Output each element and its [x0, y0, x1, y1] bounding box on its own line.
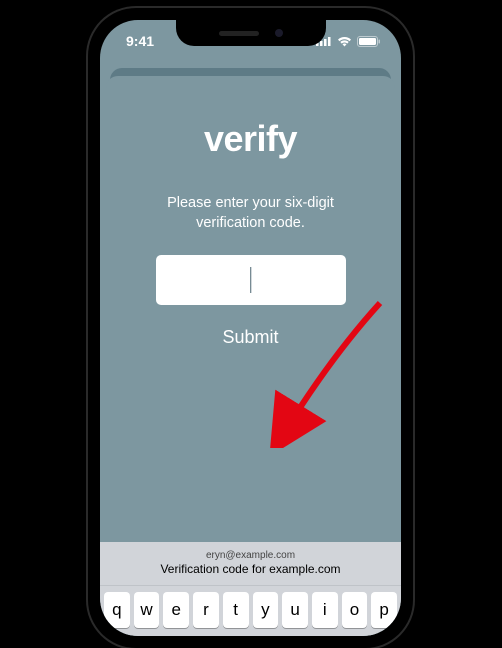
phone-frame: 9:41 verify Please enter your six-digit … — [88, 8, 413, 648]
key-q[interactable]: q — [104, 592, 130, 628]
key-i[interactable]: i — [312, 592, 338, 628]
front-camera — [275, 29, 283, 37]
page-title: verify — [130, 118, 371, 160]
code-input-wrap[interactable] — [156, 255, 346, 305]
key-w[interactable]: w — [134, 592, 160, 628]
key-o[interactable]: o — [342, 592, 368, 628]
phone-screen: 9:41 verify Please enter your six-digit … — [100, 20, 401, 636]
key-e[interactable]: e — [163, 592, 189, 628]
wifi-icon — [337, 36, 352, 47]
notch — [176, 20, 326, 46]
key-u[interactable]: u — [282, 592, 308, 628]
status-time: 9:41 — [126, 33, 154, 49]
suggestion-text: Verification code for example.com — [160, 562, 340, 576]
submit-button[interactable]: Submit — [222, 327, 278, 348]
keyboard-autofill-suggestion[interactable]: eryn@example.com Verification code for e… — [100, 542, 401, 586]
key-r[interactable]: r — [193, 592, 219, 628]
suggestion-email: eryn@example.com — [206, 550, 295, 562]
key-p[interactable]: p — [371, 592, 397, 628]
text-cursor — [250, 267, 252, 293]
status-icons — [316, 36, 381, 47]
speaker-grille — [219, 31, 259, 36]
battery-icon — [357, 36, 381, 47]
instruction-text: Please enter your six-digit verification… — [130, 194, 371, 233]
keyboard: eryn@example.com Verification code for e… — [100, 542, 401, 636]
key-y[interactable]: y — [253, 592, 279, 628]
keyboard-row-1: q w e r t y u i o p — [100, 586, 401, 628]
key-t[interactable]: t — [223, 592, 249, 628]
